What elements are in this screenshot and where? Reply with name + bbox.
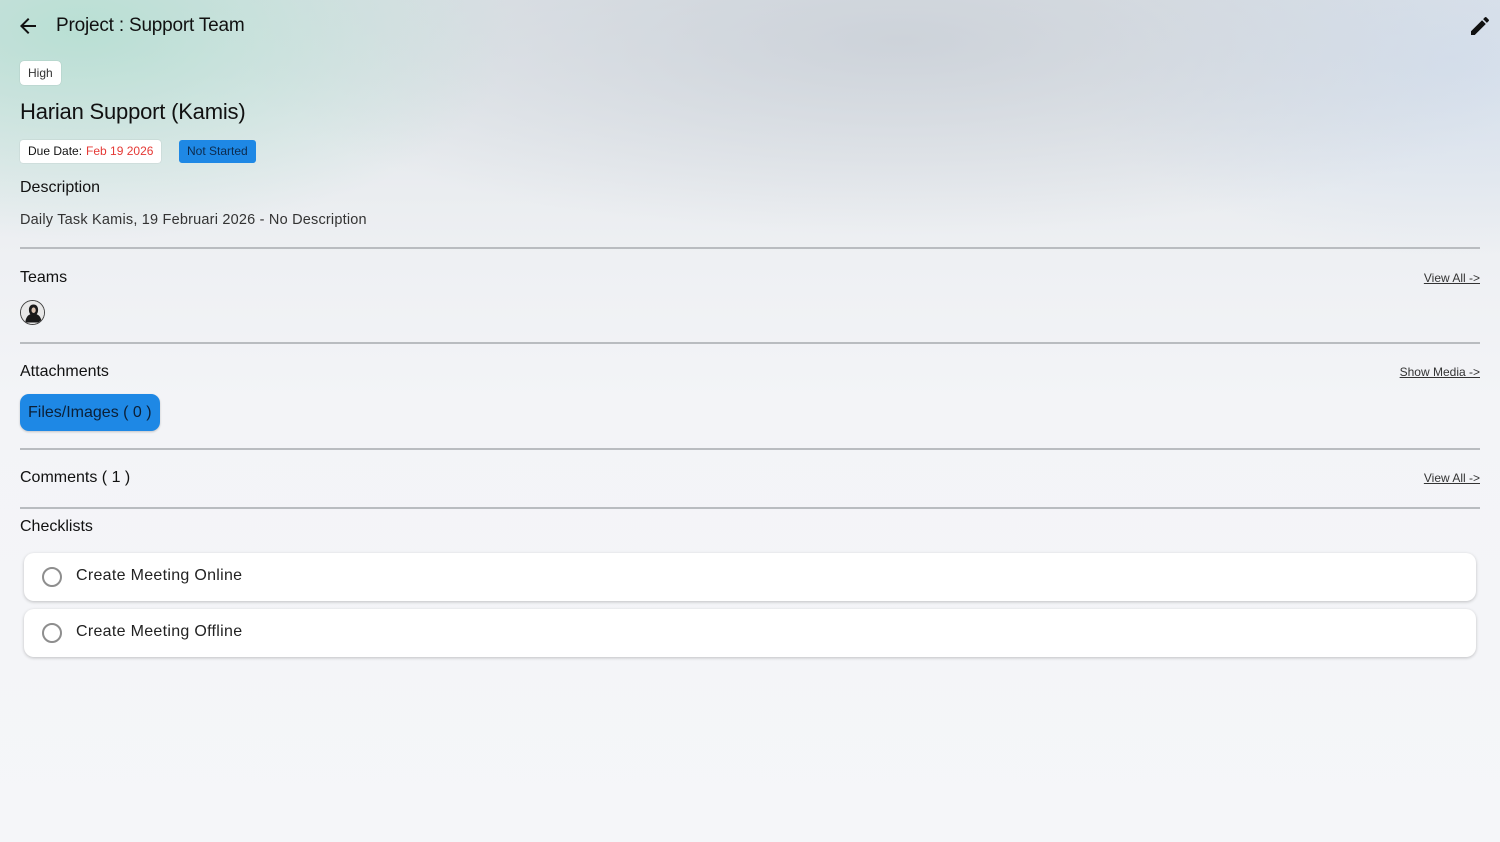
- pencil-icon[interactable]: [1468, 14, 1492, 38]
- app-bar: Project : Support Team: [0, 0, 1500, 54]
- status-badge: Not Started: [179, 140, 256, 163]
- checklist-item-label: Create Meeting Online: [76, 567, 243, 584]
- checkbox-circle-icon[interactable]: [42, 567, 62, 587]
- checkbox-circle-icon[interactable]: [42, 623, 62, 643]
- page-title: Project : Support Team: [56, 15, 245, 36]
- teams-heading: Teams: [20, 269, 68, 286]
- checklist-item[interactable]: Create Meeting Offline: [24, 609, 1476, 657]
- checklists-heading: Checklists: [20, 518, 93, 535]
- due-date-label: Due Date:: [28, 144, 83, 158]
- due-date-badge: Due Date: Feb 19 2026: [20, 140, 162, 163]
- back-arrow-icon[interactable]: [16, 14, 40, 38]
- comments-heading: Comments ( 1 ): [20, 469, 131, 486]
- attachments-heading: Attachments: [20, 363, 109, 380]
- checklist-item-label: Create Meeting Offline: [76, 623, 243, 640]
- files-images-button[interactable]: Files/Images ( 0 ): [20, 394, 160, 431]
- priority-badge: High: [20, 61, 61, 85]
- teams-view-all-link[interactable]: View All ->: [1424, 271, 1480, 285]
- description-text: Daily Task Kamis, 19 Februari 2026 - No …: [20, 212, 367, 228]
- checklist-item[interactable]: Create Meeting Online: [24, 553, 1476, 601]
- divider: [20, 342, 1480, 344]
- due-date-value: Feb 19 2026: [86, 144, 154, 158]
- divider: [20, 448, 1480, 450]
- task-title: Harian Support (Kamis): [20, 99, 246, 124]
- comments-view-all-link[interactable]: View All ->: [1424, 471, 1480, 485]
- divider: [20, 247, 1480, 249]
- show-media-link[interactable]: Show Media ->: [1400, 365, 1480, 379]
- description-heading: Description: [20, 179, 101, 196]
- team-member-avatar[interactable]: [20, 300, 45, 325]
- divider: [20, 507, 1480, 509]
